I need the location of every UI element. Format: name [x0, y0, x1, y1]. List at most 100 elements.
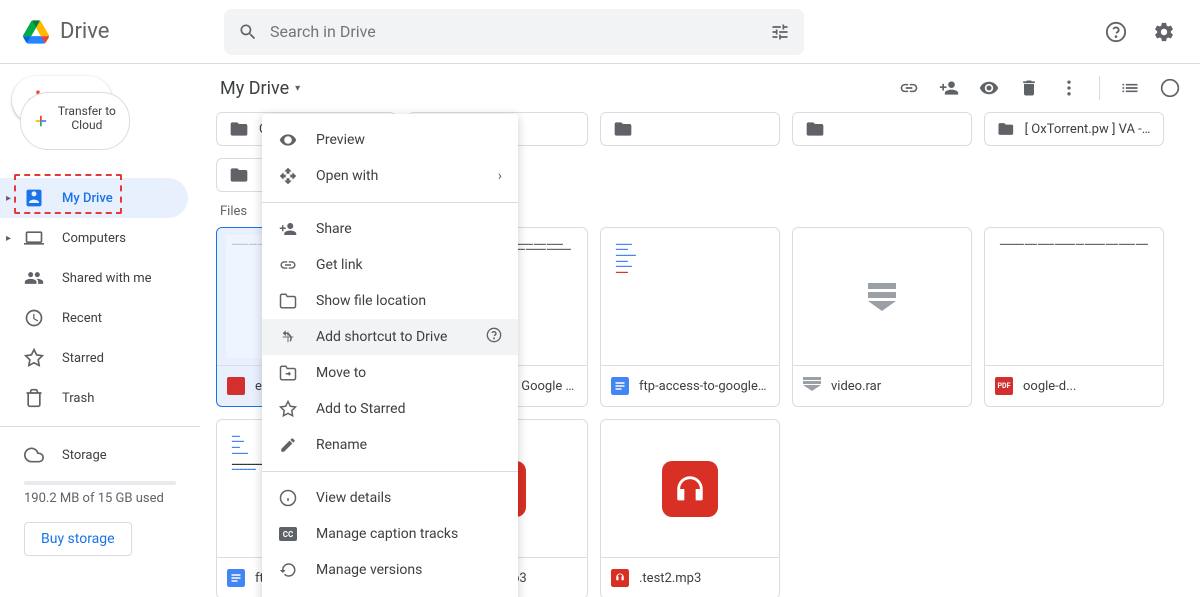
sidebar-item-computers[interactable]: ▸ Computers: [0, 218, 188, 258]
storage-bar: [24, 481, 176, 485]
folder-card[interactable]: [792, 112, 972, 146]
menu-caption-tracks[interactable]: CCManage caption tracks: [262, 516, 518, 552]
tune-icon[interactable]: [770, 22, 790, 42]
storage-used-text: 190.2 MB of 15 GB used: [0, 487, 200, 510]
remove-icon[interactable]: [1011, 70, 1047, 106]
content: My Drive ▾ Cats Sync [ OxTorrent.pw ] VA…: [200, 64, 1200, 597]
search-bar[interactable]: [224, 9, 804, 55]
file-card[interactable]: .test2.mp3: [600, 419, 780, 597]
plus-icon: [33, 109, 49, 133]
sidebar-item-storage[interactable]: Storage: [0, 435, 188, 475]
music-icon: [662, 461, 718, 517]
header: Drive: [0, 0, 1200, 64]
chevron-right-icon: ▸: [6, 233, 11, 244]
more-icon[interactable]: [1051, 70, 1087, 106]
breadcrumb[interactable]: My Drive ▾: [220, 78, 300, 99]
open-with-icon: [278, 166, 298, 186]
versions-icon: [278, 560, 298, 580]
gdoc-icon: [611, 377, 629, 395]
caret-down-icon: ▾: [295, 83, 300, 94]
file-card[interactable]: video.rar: [792, 227, 972, 407]
sidebar-item-label: Starred: [62, 351, 104, 366]
menu-make-copy[interactable]: Make a copy: [262, 588, 518, 597]
file-card[interactable]: ▬▬▬▬▬▬▬▬▬▬▬▬▬▬▬▬▬▬▬▬▬▬ ftp-access-to-goo…: [600, 227, 780, 407]
rar-icon: [803, 377, 821, 395]
cloud-icon: [24, 445, 44, 465]
chevron-right-icon: ▸: [6, 193, 11, 204]
pencil-icon: [278, 435, 298, 455]
help-icon: [486, 327, 502, 347]
menu-preview[interactable]: Preview: [262, 122, 518, 158]
sidebar-item-trash[interactable]: Trash: [0, 378, 188, 418]
sidebar-item-label: Computers: [62, 231, 126, 246]
help-icon[interactable]: [1096, 12, 1136, 52]
context-menu: Preview Open with› Share Get link Show f…: [262, 114, 518, 597]
drive-logo-icon: [16, 12, 56, 52]
folder-icon: [229, 119, 249, 139]
details-icon[interactable]: [1152, 70, 1188, 106]
settings-icon[interactable]: [1144, 12, 1184, 52]
star-icon: [278, 399, 298, 419]
preview-icon[interactable]: [971, 70, 1007, 106]
audio-icon: [611, 569, 629, 587]
cc-icon: CC: [278, 524, 298, 544]
folder-icon: [278, 291, 298, 311]
folder-card[interactable]: [600, 112, 780, 146]
sidebar-item-label: Recent: [62, 311, 102, 326]
selection-toolbar: [891, 70, 1188, 106]
folder-icon: [805, 119, 825, 139]
menu-rename[interactable]: Rename: [262, 427, 518, 463]
buy-storage-button[interactable]: Buy storage: [24, 522, 132, 556]
sidebar-item-label: Shared with me: [62, 271, 152, 286]
menu-share[interactable]: Share: [262, 211, 518, 247]
sidebar-item-recent[interactable]: Recent: [0, 298, 188, 338]
move-icon: [278, 363, 298, 383]
gdoc-icon: [227, 569, 245, 587]
info-icon: [278, 488, 298, 508]
trash-icon: [24, 388, 44, 408]
folder-icon: [229, 165, 249, 185]
link-icon: [278, 255, 298, 275]
video-icon: [227, 377, 245, 395]
computer-icon: [24, 228, 44, 248]
sidebar-item-label: Storage: [62, 448, 107, 463]
menu-open-with[interactable]: Open with›: [262, 158, 518, 194]
get-link-icon[interactable]: [891, 70, 927, 106]
folder-icon: [613, 119, 633, 139]
main: New Transfer to Cloud ▸ My Drive ▸ Compu…: [0, 64, 1200, 597]
share-icon[interactable]: [931, 70, 967, 106]
sidebar-item-starred[interactable]: Starred: [0, 338, 188, 378]
menu-get-link[interactable]: Get link: [262, 247, 518, 283]
breadcrumb-bar: My Drive ▾: [212, 64, 1188, 112]
menu-add-starred[interactable]: Add to Starred: [262, 391, 518, 427]
pdf-icon: PDF: [995, 377, 1013, 395]
menu-show-location[interactable]: Show file location: [262, 283, 518, 319]
search-icon: [238, 22, 258, 42]
archive-icon: [868, 283, 896, 311]
menu-add-shortcut[interactable]: Add shortcut to Drive: [262, 319, 518, 355]
menu-manage-versions[interactable]: Manage versions: [262, 552, 518, 588]
chevron-right-icon: ›: [498, 168, 502, 184]
sidebar-item-shared[interactable]: Shared with me: [0, 258, 188, 298]
star-icon: [24, 348, 44, 368]
shortcut-icon: [278, 327, 298, 347]
sidebar-item-label: Trash: [62, 391, 94, 406]
logo[interactable]: Drive: [16, 12, 216, 52]
clock-icon: [24, 308, 44, 328]
folder-icon: [997, 119, 1015, 139]
folder-card[interactable]: [ OxTorrent.pw ] VA - HI...: [984, 112, 1164, 146]
sidebar-item-label: My Drive: [62, 191, 113, 206]
list-view-icon[interactable]: [1112, 70, 1148, 106]
sidebar-item-my-drive[interactable]: ▸ My Drive: [0, 178, 188, 218]
drive-icon: [24, 188, 44, 208]
menu-move-to[interactable]: Move to: [262, 355, 518, 391]
sidebar: New Transfer to Cloud ▸ My Drive ▸ Compu…: [0, 64, 200, 597]
transfer-to-cloud-pill[interactable]: Transfer to Cloud: [20, 92, 130, 150]
app-name: Drive: [60, 19, 109, 44]
file-card[interactable]: ▬▬▬▬▬▬ ▬▬▬ ▬▬▬▬ ▬▬▬▬▬ ▬▬ ▬▬▬▬▬ ▬▬▬ ▬▬▬▬ …: [984, 227, 1164, 407]
header-actions: [1096, 12, 1184, 52]
menu-view-details[interactable]: View details: [262, 480, 518, 516]
person-add-icon: [278, 219, 298, 239]
search-input[interactable]: [270, 22, 770, 41]
people-icon: [24, 268, 44, 288]
